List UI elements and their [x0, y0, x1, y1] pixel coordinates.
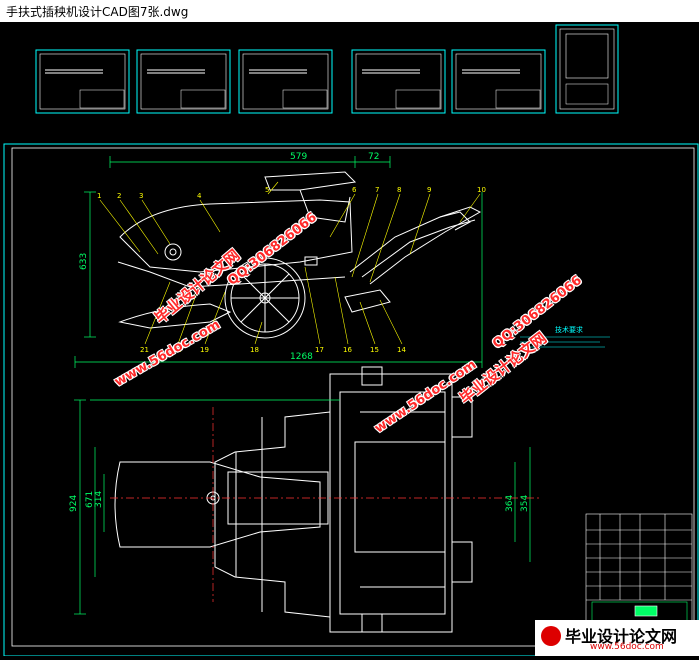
thumbnail-strip: [35, 24, 619, 114]
dim-side-height: 633: [79, 253, 89, 270]
logo-icon: [541, 626, 561, 646]
part-label: 15: [370, 346, 379, 354]
thumbnail-sheet-4: [351, 49, 446, 114]
part-label: 7: [375, 186, 379, 194]
dim-right-1: 364: [505, 495, 515, 512]
tech-req-title: 技术要求: [555, 325, 583, 334]
dim-plan-width: 924: [69, 495, 79, 512]
cad-canvas[interactable]: 579 72 633 1268 924 671 314 364 354 1 2 …: [0, 22, 699, 657]
part-label: 2: [117, 192, 121, 200]
dim-right-2: 354: [520, 495, 530, 512]
drawing-svg: 579 72 633 1268 924 671 314 364 354 1 2 …: [3, 24, 699, 657]
part-label: 18: [250, 346, 259, 354]
window-title: 手扶式插秧机设计CAD图7张.dwg: [6, 5, 189, 19]
part-label: 21: [140, 346, 149, 354]
title-bar: 手扶式插秧机设计CAD图7张.dwg: [0, 0, 699, 23]
dim-top-2: 72: [368, 152, 379, 162]
part-label: 10: [477, 186, 486, 194]
part-label: 6: [352, 186, 357, 194]
footer-logo-url: www.56doc.com: [590, 642, 664, 652]
dim-overall-length: 1268: [290, 352, 313, 362]
thumbnail-sheet-2: [136, 49, 231, 114]
dim-inner-2: 314: [94, 491, 104, 508]
part-label: 5: [265, 186, 269, 194]
dim-top-1: 579: [290, 152, 307, 162]
part-label: 9: [427, 186, 431, 194]
thumbnail-sheet-1: [35, 49, 130, 114]
part-label: 1: [97, 192, 101, 200]
centerlines: [110, 407, 540, 602]
footer-logo: 毕业设计论文网 www.56doc.com: [535, 620, 699, 656]
thumbnail-sheet-6: [555, 24, 619, 114]
part-label: 16: [343, 346, 352, 354]
part-label: 14: [397, 346, 406, 354]
side-dimensions: [74, 156, 483, 368]
part-label: 3: [139, 192, 143, 200]
part-label: 19: [200, 346, 209, 354]
part-label: 4: [197, 192, 202, 200]
part-label: 8: [397, 186, 401, 194]
thumbnail-sheet-5: [451, 49, 546, 114]
part-label: 17: [315, 346, 324, 354]
thumbnail-sheet-3: [238, 49, 333, 114]
